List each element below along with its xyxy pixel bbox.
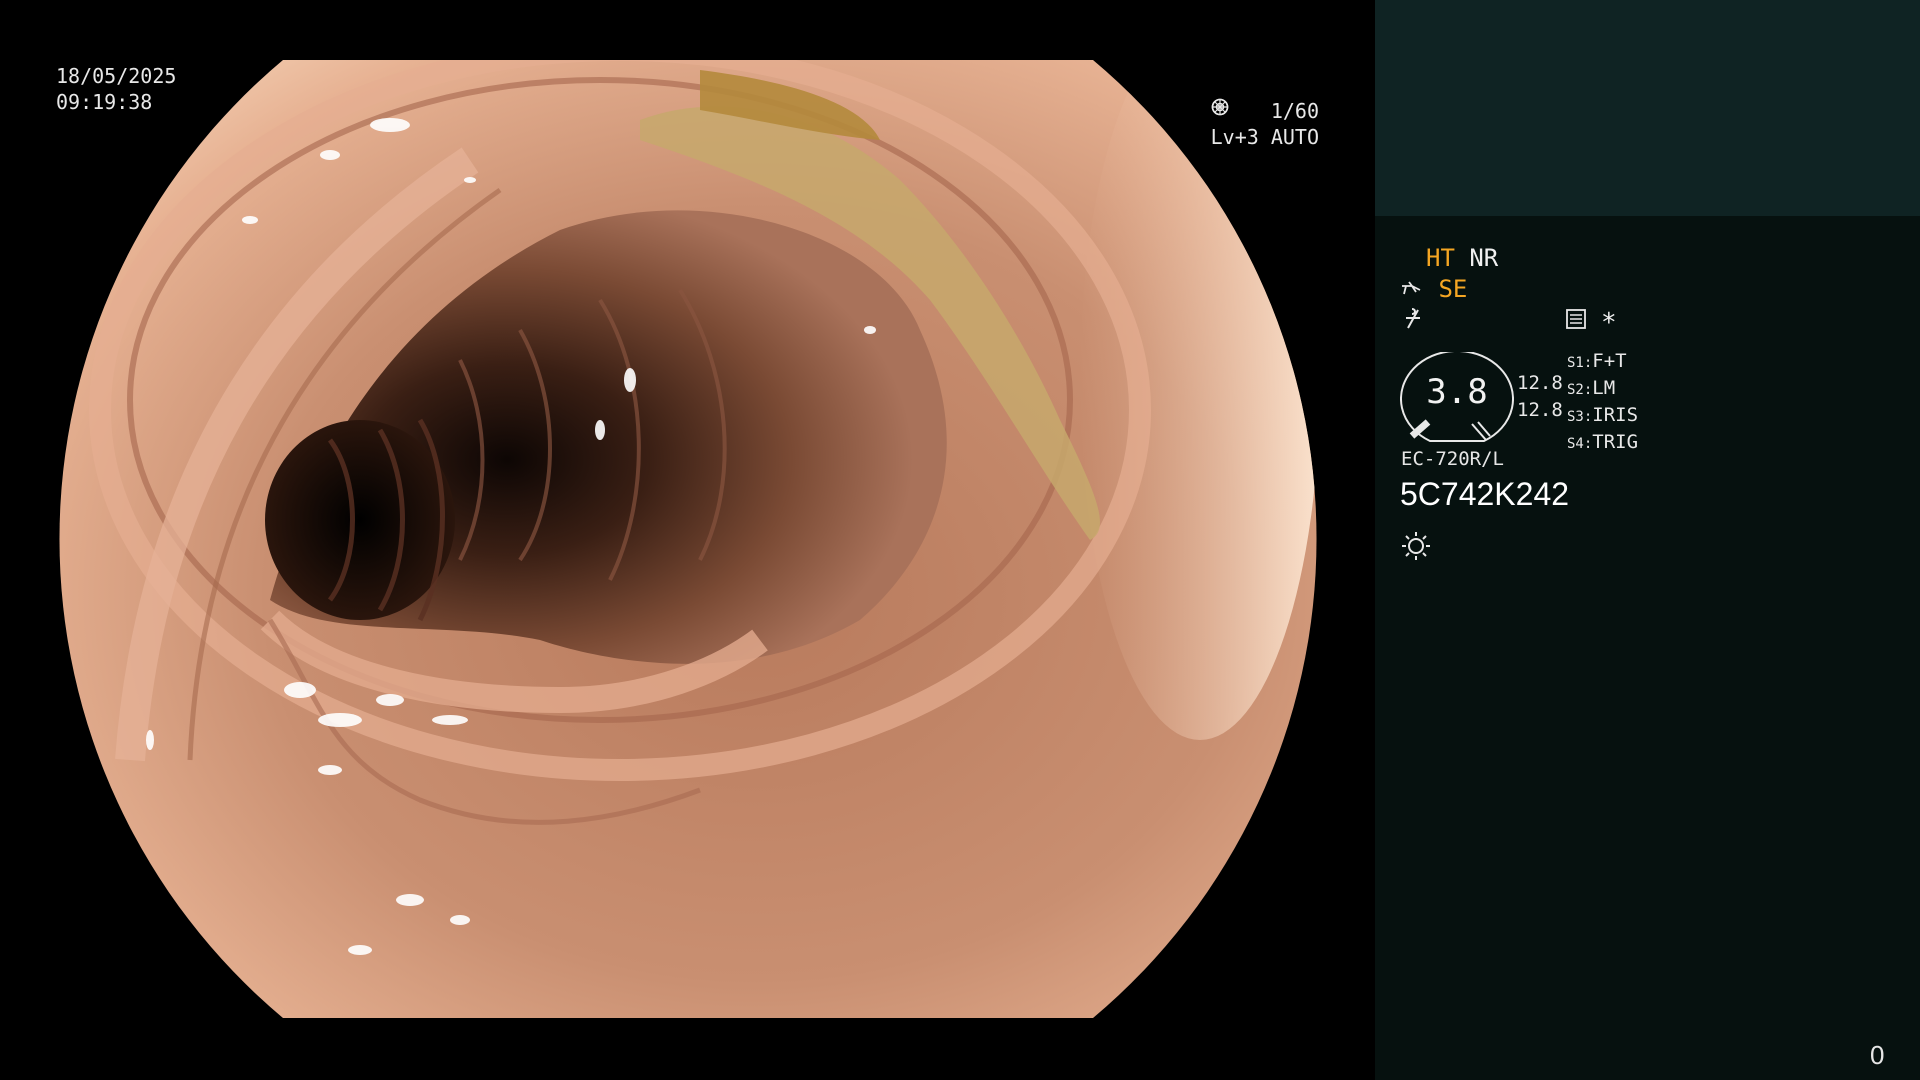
switch-value: TRIG	[1592, 431, 1639, 453]
endoscopy-screen: 18/05/2025 09:19:38 1/60 Lv+3 AUTO HT NR…	[0, 0, 1920, 1080]
info-panel	[1375, 0, 1920, 1080]
panel-header-area	[1375, 0, 1920, 216]
freeze-icon	[1406, 308, 1420, 329]
asterisk-mark: *	[1601, 308, 1617, 338]
switch-s2: S2:LM	[1567, 377, 1616, 399]
switch-s1: S1:F+T	[1567, 350, 1627, 372]
switch-key: S2	[1567, 382, 1584, 398]
switch-value: F+T	[1592, 350, 1627, 372]
date-text: 18/05/2025	[56, 64, 177, 88]
level-line: Lv+3 AUTO	[1210, 98, 1319, 150]
frame-counter: 0	[1870, 1040, 1885, 1070]
gauge-value: 3.8	[1426, 372, 1488, 412]
scope-gauge: 3.8	[1400, 352, 1514, 442]
exposure-info: 1/60 Lv+3 AUTO	[1211, 98, 1319, 150]
mode-nr: NR	[1469, 244, 1499, 272]
switch-value: LM	[1592, 377, 1616, 399]
side-values: 12.8 12.8	[1517, 370, 1563, 424]
mode-ht: HT	[1426, 244, 1455, 272]
switch-s4: S4:TRIG	[1567, 431, 1639, 453]
side-value-2: 12.8	[1517, 399, 1563, 421]
pump-icon	[1402, 281, 1421, 295]
mode-row-ht-nr: HT NR	[1426, 243, 1498, 273]
endoscope-image-view: 18/05/2025 09:19:38 1/60 Lv+3 AUTO	[0, 0, 1375, 1080]
switch-value: IRIS	[1592, 404, 1639, 426]
shutter-text: 1/60	[1270, 99, 1319, 123]
scope-model: EC-720R/L	[1401, 448, 1504, 470]
level-text: Lv+3 AUTO	[1210, 125, 1319, 149]
memo-icon	[1566, 309, 1586, 329]
scope-serial: 5C742K242	[1400, 476, 1570, 512]
target-icon	[1211, 98, 1228, 116]
switch-key: S3	[1567, 409, 1584, 425]
sun-icon	[1402, 532, 1430, 560]
switch-key: S1	[1567, 355, 1584, 371]
switch-key: S4	[1567, 436, 1584, 452]
time-text: 09:19:38	[56, 90, 153, 114]
timestamp: 18/05/2025 09:19:38	[56, 63, 176, 115]
mode-se: SE	[1438, 275, 1468, 303]
switch-s3: S3:IRIS	[1567, 404, 1639, 426]
side-value-1: 12.8	[1517, 372, 1563, 394]
mode-row-se: SE	[1400, 274, 1467, 304]
colon-lumen-image	[59, 60, 1317, 1018]
switch-list: S1:F+T S2:LM S3:IRIS S4:TRIG	[1567, 349, 1638, 457]
